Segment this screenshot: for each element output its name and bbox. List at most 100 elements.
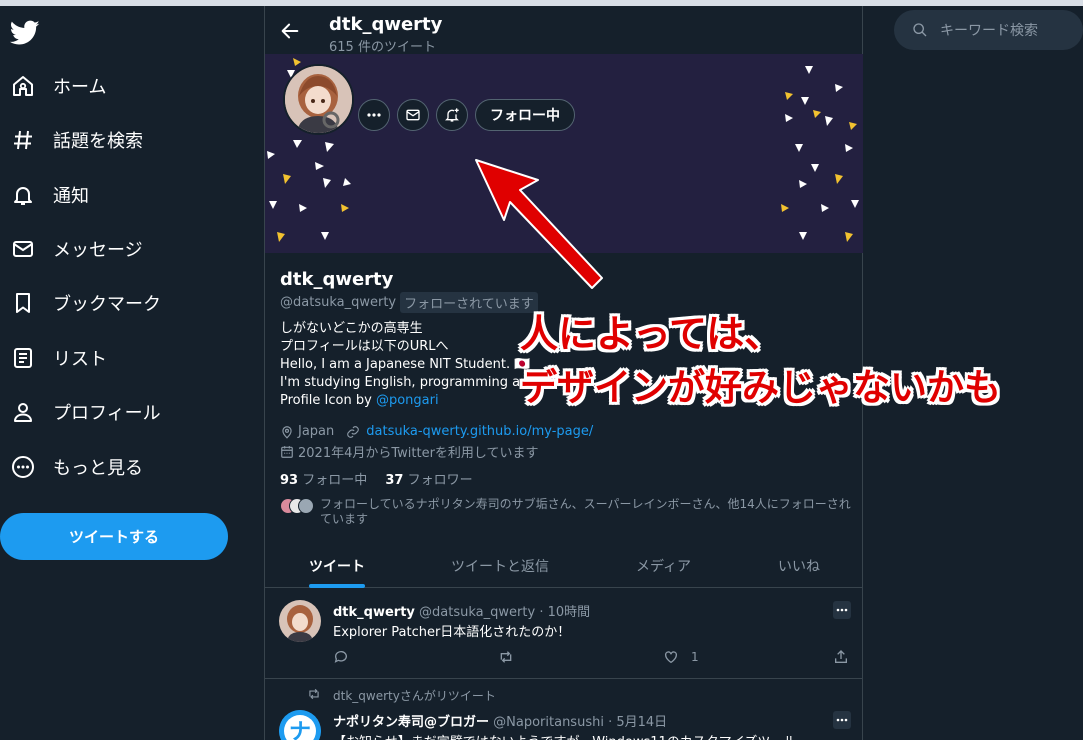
followed-by-avatars xyxy=(280,498,316,516)
search-icon xyxy=(913,23,927,37)
svg-text:ナ: ナ xyxy=(289,720,311,740)
annotation-arrow xyxy=(475,159,603,289)
reply-icon xyxy=(334,651,347,663)
tweet-author-handle: @datsuka_qwerty xyxy=(419,605,536,620)
tweet-header: ナポリタン寿司@ブロガー @Naporitansushi · 5月14日 xyxy=(333,711,667,730)
bio-line: I'm studying English, programming and xyxy=(280,375,537,390)
more-circle-icon xyxy=(10,454,36,480)
following-label: フォロー中 xyxy=(302,473,368,488)
retweet-label[interactable]: dtk_qwertyさんがリツイート xyxy=(333,689,496,703)
notify-button[interactable] xyxy=(436,99,468,131)
link-icon xyxy=(347,425,360,438)
profile-location: Japan xyxy=(298,424,335,439)
bookmark-icon xyxy=(10,290,36,316)
follow-stats: 93 フォロー中 37 フォロワー xyxy=(280,469,473,488)
tweet[interactable]: dtk_qwertyさんがリツイート ナ ナポリタン寿司@ブロガー @Napor… xyxy=(265,680,863,740)
profile-joined-row: 2021年4月からTwitterを利用しています xyxy=(280,442,539,461)
nav-notifications[interactable]: 通知 xyxy=(0,168,250,222)
tweet-avatar[interactable]: ナ xyxy=(279,710,321,740)
tab-media[interactable]: メディア xyxy=(636,543,691,588)
more-dots-icon xyxy=(367,113,381,117)
followers-link[interactable]: 37 フォロワー xyxy=(385,473,472,488)
profile-avatar[interactable] xyxy=(283,64,354,135)
following-button[interactable]: フォロー中 xyxy=(475,99,575,131)
tweet[interactable]: dtk_qwerty @datsuka_qwerty · 10時間 Explor… xyxy=(265,589,863,679)
reply-button[interactable] xyxy=(333,649,349,665)
profile-joined: 2021年4月からTwitterを利用しています xyxy=(298,446,539,461)
tab-likes[interactable]: いいね xyxy=(778,543,820,588)
profile-name: dtk_qwerty xyxy=(280,269,394,290)
tweet-header: dtk_qwerty @datsuka_qwerty · 10時間 xyxy=(333,601,590,620)
bio-line: しがないどこかの高専生 xyxy=(280,321,423,336)
nav-profile[interactable]: プロフィール xyxy=(0,385,250,439)
share-button[interactable] xyxy=(833,649,849,665)
nav-explore-label: 話題を検索 xyxy=(53,131,143,152)
bio-line: Hello, I am a Japanese NIT Student. 🇯🇵 xyxy=(280,357,531,372)
nav-home-label: ホーム xyxy=(53,77,107,98)
nav-messages-label: メッセージ xyxy=(53,240,143,261)
followed-by-text: フォローしているナポリタン寿司のサブ垢さん、スーパーレインボーさん、他14人にフ… xyxy=(320,497,851,526)
nav-bookmarks-label: ブックマーク xyxy=(53,294,161,315)
tweet-time[interactable]: · 5月14日 xyxy=(608,715,667,730)
annotation-line-1: 人によっては、 xyxy=(520,312,783,356)
tweet-more-button[interactable] xyxy=(833,601,851,619)
nav-more[interactable]: もっと見る xyxy=(0,440,250,494)
nav-more-label: もっと見る xyxy=(53,458,143,479)
envelope-icon xyxy=(10,236,36,262)
bio-line: Profile Icon by @pongari xyxy=(280,392,550,410)
profile-bio: しがないどこかの高専生 プロフィールは以下のURLへ Hello, I am a… xyxy=(280,320,550,410)
search-box[interactable]: キーワード検索 xyxy=(894,10,1083,50)
search-input[interactable]: キーワード検索 xyxy=(940,20,1038,40)
following-link[interactable]: 93 フォロー中 xyxy=(280,473,367,488)
header-tweet-count: 615 件のツイート xyxy=(329,40,436,55)
envelope-icon xyxy=(406,109,420,121)
tweet-button[interactable]: ツイートする xyxy=(0,513,228,560)
tweet-author-name[interactable]: dtk_qwerty xyxy=(333,605,415,620)
more-dots-icon xyxy=(836,718,848,722)
twitter-bird-icon[interactable] xyxy=(9,20,40,46)
bio-line: プロフィールは以下のURLへ xyxy=(280,339,449,354)
left-sidebar: ホーム 話題を検索 通知 メッセージ ブックマーク リスト プロフィール もっと… xyxy=(0,6,264,740)
retweet-context: dtk_qwertyさんがリツイート xyxy=(309,687,496,704)
nav-bookmarks[interactable]: ブックマーク xyxy=(0,276,250,330)
back-arrow-icon[interactable] xyxy=(279,20,301,42)
nav-home[interactable]: ホーム xyxy=(0,59,250,113)
tweet-text: Explorer Patcher日本語化されたのか！ xyxy=(333,625,571,640)
following-count: 93 xyxy=(280,473,299,488)
retweet-icon xyxy=(500,651,512,663)
tweet-author-name[interactable]: ナポリタン寿司@ブロガー xyxy=(333,715,489,730)
message-button[interactable] xyxy=(397,99,429,131)
profile-handle: @datsuka_qwerty xyxy=(280,295,397,310)
bio-mention-link[interactable]: @pongari xyxy=(376,393,439,408)
nav-messages[interactable]: メッセージ xyxy=(0,222,250,276)
tab-tweets-replies[interactable]: ツイートと返信 xyxy=(451,543,549,588)
followers-label: フォロワー xyxy=(407,473,473,488)
nav-notifications-label: 通知 xyxy=(53,186,89,207)
profile-website-link[interactable]: datsuka-qwerty.github.io/my-page/ xyxy=(366,424,593,439)
tweet-avatar[interactable] xyxy=(279,600,321,642)
tweet-text: 【お知らせ】まだ完璧ではないようですが、Windows11のカスタマイズツール xyxy=(333,731,796,740)
calendar-icon xyxy=(281,445,293,458)
annotation-line-2: デザインが好みじゃないかも xyxy=(520,366,1001,409)
person-icon xyxy=(10,399,36,425)
like-count: 1 xyxy=(691,650,699,664)
nav-explore[interactable]: 話題を検索 xyxy=(0,113,250,167)
mini-avatar xyxy=(298,498,314,514)
active-tab-indicator xyxy=(309,584,365,588)
tweet-more-button[interactable] xyxy=(833,711,851,729)
tweet-author-handle: @Naporitansushi xyxy=(493,715,604,730)
like-button[interactable]: 1 xyxy=(663,649,699,665)
nav-lists[interactable]: リスト xyxy=(0,331,250,385)
retweet-button[interactable] xyxy=(498,649,514,665)
retweet-icon xyxy=(309,688,319,700)
heart-icon xyxy=(665,651,677,664)
followed-by-row[interactable]: フォローしているナポリタン寿司のサブ垢さん、スーパーレインボーさん、他14人にフ… xyxy=(280,497,855,527)
profile-tabs: ツイート ツイートと返信 メディア いいね xyxy=(265,543,863,588)
more-options-button[interactable] xyxy=(358,99,390,131)
tab-tweets[interactable]: ツイート xyxy=(309,543,365,588)
nav-profile-label: プロフィール xyxy=(53,403,161,424)
header-title: dtk_qwerty xyxy=(329,14,443,35)
tweet-time[interactable]: · 10時間 xyxy=(539,605,590,620)
more-dots-icon xyxy=(836,608,848,612)
location-pin-icon xyxy=(282,425,292,439)
